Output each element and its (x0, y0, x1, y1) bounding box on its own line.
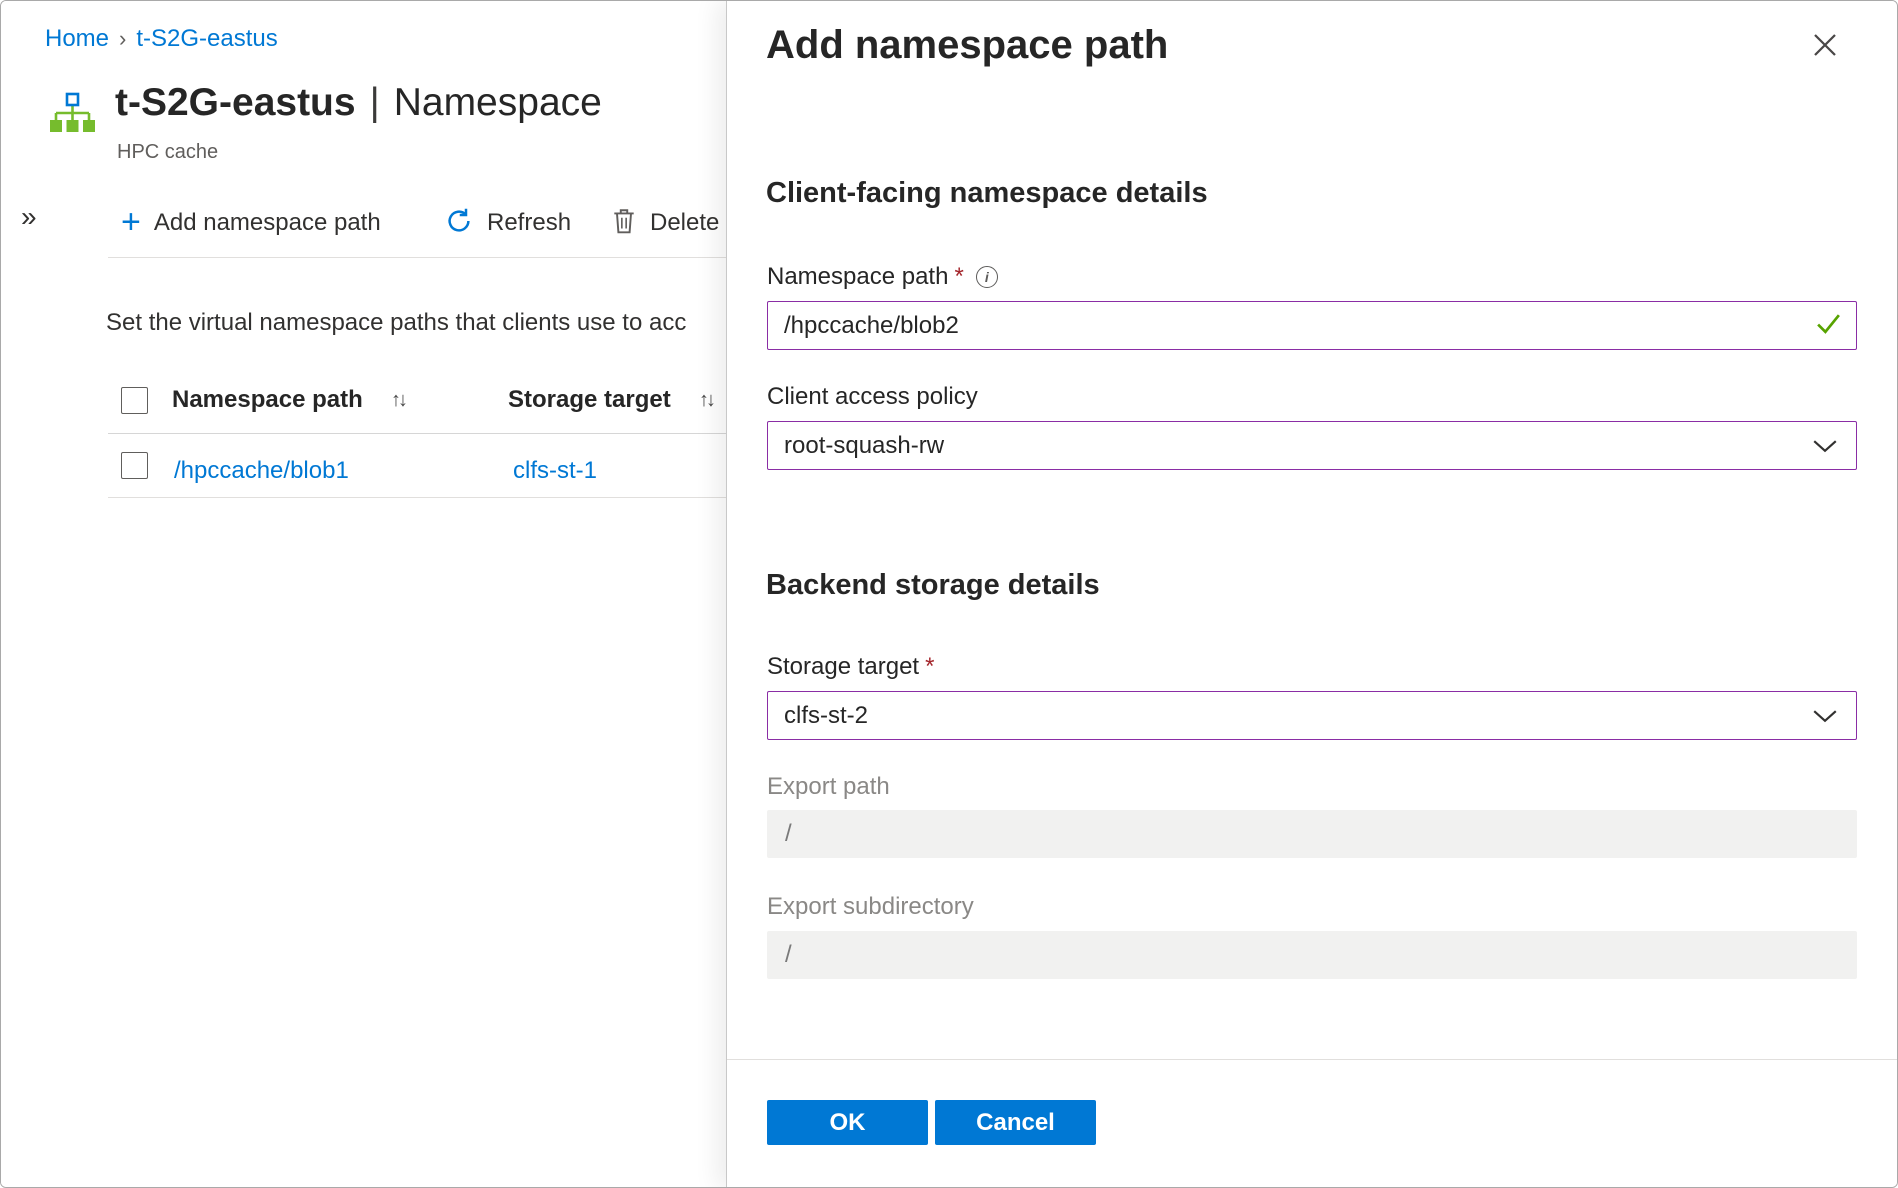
select-all-checkbox[interactable] (121, 387, 148, 414)
hpc-cache-icon (47, 91, 97, 141)
azure-portal-screen: Home › t-S2G-eastus t-S2G-eastus | Namespa… (0, 0, 1898, 1188)
table-header-divider (108, 433, 727, 434)
breadcrumb-home-link[interactable]: Home (45, 25, 109, 53)
client-access-policy-dropdown[interactable]: root-squash-rw (767, 421, 1857, 470)
client-access-policy-label: Client access policy (767, 383, 978, 411)
command-bar-divider (108, 257, 727, 258)
section-client-facing: Client-facing namespace details (766, 177, 1208, 210)
close-icon (1809, 29, 1841, 61)
row-checkbox[interactable] (121, 452, 148, 479)
command-bar: + Add namespace path Refresh (1, 199, 727, 247)
blade-description: Set the virtual namespace paths that cli… (106, 309, 686, 337)
export-path-value: / (785, 820, 792, 848)
delete-button[interactable]: Delete (611, 199, 719, 247)
resource-name: t-S2G-eastus (115, 81, 356, 124)
required-marker: * (925, 653, 934, 681)
breadcrumb-current-link[interactable]: t-S2G-eastus (136, 25, 277, 53)
storage-target-dropdown[interactable]: clfs-st-2 (767, 691, 1857, 740)
close-panel-button[interactable] (1807, 27, 1843, 63)
export-path-field: / (767, 810, 1857, 858)
chevron-down-icon (1812, 702, 1838, 730)
panel-footer-divider (727, 1059, 1898, 1060)
title-divider: | (370, 81, 380, 124)
sort-icon: ↑↓ (391, 389, 405, 412)
refresh-button[interactable]: Refresh (444, 199, 571, 247)
export-subdirectory-value: / (785, 941, 792, 969)
plus-icon: + (121, 205, 141, 239)
info-icon[interactable]: i (976, 266, 998, 288)
panel-title: Add namespace path (766, 23, 1168, 68)
refresh-icon (444, 206, 474, 241)
namespace-path-label: Namespace path * i (767, 263, 998, 291)
chevron-down-icon (1812, 432, 1838, 460)
sort-icon: ↑↓ (699, 389, 713, 412)
namespace-blade: Home › t-S2G-eastus t-S2G-eastus | Namespa… (1, 1, 727, 1188)
ok-button[interactable]: OK (767, 1100, 928, 1145)
add-namespace-path-button[interactable]: + Add namespace path (121, 199, 381, 247)
cancel-button[interactable]: Cancel (935, 1100, 1096, 1145)
trash-icon (611, 207, 637, 240)
storage-target-label: Storage target * (767, 653, 934, 681)
table-row-divider (108, 497, 727, 498)
breadcrumb-separator-icon: › (119, 26, 126, 52)
storage-target-value: clfs-st-2 (784, 702, 1812, 730)
export-path-label: Export path (767, 773, 890, 801)
column-header-storage-target[interactable]: Storage target (508, 386, 671, 414)
export-subdirectory-label: Export subdirectory (767, 893, 974, 921)
breadcrumb: Home › t-S2G-eastus (45, 25, 278, 53)
namespace-path-field (767, 301, 1857, 350)
required-marker: * (954, 263, 963, 291)
namespace-path-link[interactable]: /hpccache/blob1 (174, 457, 349, 485)
export-subdirectory-field: / (767, 931, 1857, 979)
resource-type-label: HPC cache (117, 141, 218, 164)
add-namespace-path-panel: Add namespace path Client-facing namespa… (726, 1, 1898, 1188)
page-title: t-S2G-eastus | Namespace (115, 81, 602, 125)
namespace-path-input[interactable] (784, 312, 1815, 340)
blade-name: Namespace (394, 81, 602, 124)
section-backend-storage: Backend storage details (766, 569, 1100, 602)
column-header-namespace-path[interactable]: Namespace path (172, 386, 363, 414)
valid-check-icon (1815, 310, 1842, 342)
client-access-policy-value: root-squash-rw (784, 432, 1812, 460)
storage-target-link[interactable]: clfs-st-1 (513, 457, 597, 485)
